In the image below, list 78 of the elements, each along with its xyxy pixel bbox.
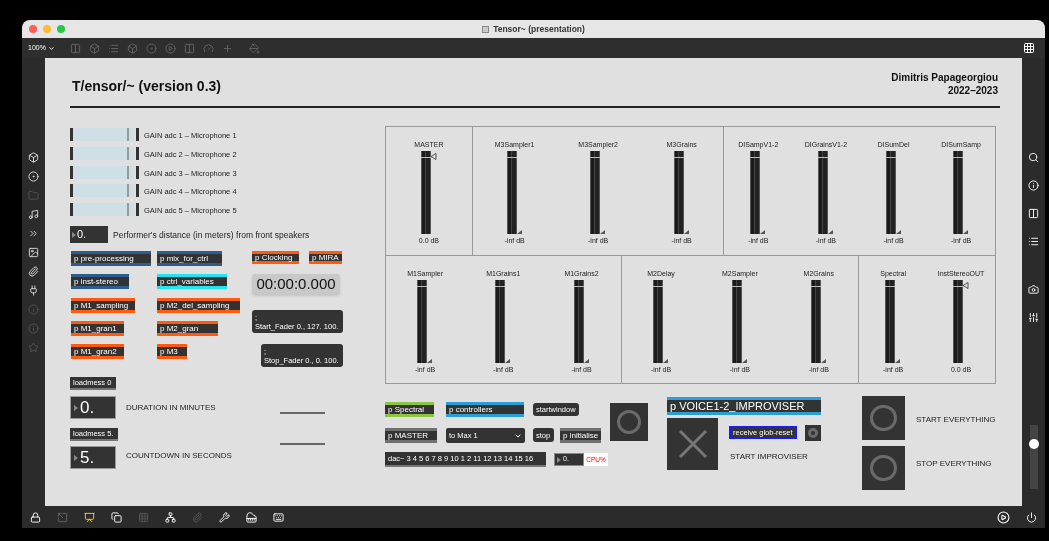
subpatch-object[interactable]: p M1_gran2 (71, 344, 124, 359)
distance-label: Performer's distance (in meters) from front speakers (113, 229, 310, 242)
copy-icon[interactable] (111, 511, 122, 523)
gain-slider[interactable] (70, 165, 139, 179)
triangle-icon (74, 404, 78, 411)
paperclip-icon[interactable] (192, 511, 203, 523)
subpatch-object[interactable]: p M1_sampling (71, 298, 135, 313)
subpatch-object[interactable]: p MASTER (385, 428, 437, 443)
camera-icon[interactable] (1028, 284, 1039, 295)
number-box[interactable]: 0. (70, 226, 108, 243)
gain-slider[interactable] (70, 184, 139, 198)
number-box[interactable]: 0. (70, 396, 116, 419)
slider-handle[interactable] (126, 128, 129, 141)
keyboard-icon[interactable] (273, 511, 284, 523)
triangle-icon (74, 454, 78, 461)
comment-text: DURATION IN MINUTES (126, 402, 216, 414)
slider-handle[interactable] (126, 184, 129, 198)
subpatch-object[interactable]: p M2_del_sampling (157, 298, 240, 313)
search-icon[interactable] (1028, 152, 1039, 163)
play-icon[interactable] (997, 510, 1010, 524)
subpatch-object[interactable]: p Clocking (252, 251, 299, 264)
author-name: Dimitris Papageorgiou (891, 71, 998, 84)
step-icon[interactable] (28, 228, 39, 239)
triangle-icon (557, 456, 561, 463)
comment-text: COUNTDOWN IN SECONDS (126, 450, 232, 462)
network-icon[interactable] (165, 511, 176, 523)
image-icon[interactable] (28, 247, 39, 258)
gain-meter[interactable] (420, 151, 437, 234)
subpatch-object[interactable]: p MIRA (309, 251, 342, 264)
mixer-icon[interactable] (1028, 312, 1039, 323)
subpatch-object[interactable]: p M3 (157, 344, 187, 359)
music-note-icon[interactable] (28, 209, 39, 220)
caret-icon (47, 44, 55, 52)
columns-icon[interactable] (1028, 208, 1039, 219)
volume-slider[interactable] (1029, 425, 1038, 489)
subpatch-object[interactable]: p ctrl_variables (157, 274, 227, 289)
handle-icon[interactable] (963, 282, 970, 289)
target-icon[interactable] (28, 171, 39, 182)
info-icon[interactable] (1028, 180, 1039, 191)
subpatch-object[interactable]: p initialise (560, 428, 602, 443)
gain-slider[interactable] (70, 128, 139, 141)
comment-text: STOP EVERYTHING (916, 458, 992, 470)
subpatch-object[interactable]: p inst-stereo (71, 274, 129, 289)
gain-meter[interactable] (953, 280, 970, 363)
subpatch-object[interactable]: p pre-processing (71, 251, 151, 266)
subpatch-object[interactable]: p controllers (446, 402, 524, 417)
star-icon[interactable] (28, 342, 39, 353)
slider-handle[interactable] (126, 146, 129, 160)
comment-text: START EVERYTHING (916, 414, 996, 426)
number-box[interactable]: 5. (70, 446, 116, 469)
subpatch-object[interactable]: p VOICE1-2_IMPROVISER (667, 397, 821, 415)
toggle-button[interactable] (667, 418, 718, 470)
patch-title: T/ensor/~ (version 0.3) (72, 77, 221, 96)
subpatch-object[interactable]: p M1_gran1 (71, 321, 124, 336)
presentation-icon[interactable] (84, 511, 95, 523)
lock-icon[interactable] (30, 511, 41, 523)
subpatch-object[interactable]: p Spectral (385, 402, 434, 417)
plug-icon[interactable] (28, 285, 39, 296)
triangle-icon (72, 231, 76, 238)
slider-thumb[interactable] (1028, 438, 1039, 449)
wrench-icon[interactable] (219, 511, 230, 523)
cross-icon (677, 429, 708, 459)
cube-icon[interactable] (28, 152, 39, 163)
document-icon (482, 25, 490, 33)
subpatch-object[interactable]: p M2_gran (157, 321, 218, 336)
list-icon[interactable] (1028, 236, 1039, 247)
subpatch-object[interactable]: p mix_for_ctrl (157, 251, 222, 266)
clock-display: 00:00:0.000 (252, 274, 340, 295)
comment-text: START IMPROVISER (730, 451, 808, 463)
slider-handle[interactable] (126, 165, 129, 179)
handle-icon[interactable] (430, 153, 437, 160)
slider-handle[interactable] (126, 203, 129, 217)
piano-icon[interactable] (246, 511, 257, 523)
year-range: 2022–2023 (947, 84, 998, 97)
gain-slider[interactable] (70, 203, 139, 217)
gain-slider[interactable] (70, 146, 139, 160)
window-title: Tensor~ (presentation) (493, 22, 585, 36)
power-icon[interactable] (1026, 511, 1037, 523)
